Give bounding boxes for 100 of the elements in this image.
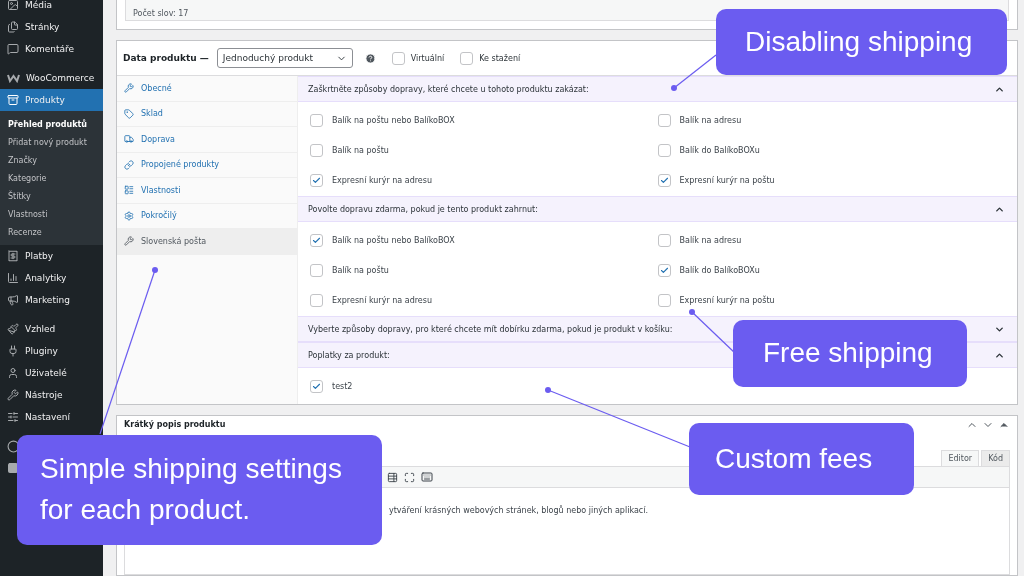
checkbox[interactable] <box>657 143 671 157</box>
menu-icon <box>7 21 19 33</box>
callout-tooltip: Free shipping <box>733 320 967 387</box>
checkmark-icon <box>312 175 321 185</box>
checkbox[interactable] <box>310 173 323 187</box>
product-data-tab[interactable]: Obecné <box>117 76 297 102</box>
checkmark-icon <box>659 175 669 185</box>
section-title: Zaškrtněte způsoby dopravy, které chcete u tohoto produktu zakázat: <box>308 84 589 94</box>
submenu-item[interactable]: Přehled produktů <box>0 115 103 133</box>
checkbox[interactable] <box>310 233 323 247</box>
option-label: Expresní kurýr na adresu <box>332 175 432 185</box>
callout-tooltip: Simple shipping settings for each product. <box>17 435 382 545</box>
sidebar-item[interactable]: Uživatelé <box>0 362 103 384</box>
sidebar-item[interactable]: Platby <box>0 245 103 267</box>
menu-icon <box>7 345 19 357</box>
menu-icon <box>7 272 19 284</box>
menu-icon <box>7 43 19 55</box>
sidebar-item[interactable]: Marketing <box>0 289 103 311</box>
keyboard-icon[interactable] <box>421 471 433 483</box>
wrench-icon <box>124 236 134 247</box>
menu-icon <box>7 250 19 262</box>
word-count: Počet slov: 17 <box>132 9 189 20</box>
submenu-item[interactable]: Štítky <box>0 187 103 205</box>
sidebar-item[interactable]: Stránky <box>0 16 103 38</box>
checkmark-icon <box>312 381 321 391</box>
menu-icon <box>7 411 19 423</box>
product-data-tab[interactable]: Slovenská pošta <box>117 229 297 255</box>
checkbox[interactable] <box>310 263 323 277</box>
section-header[interactable]: Zaškrtněte způsoby dopravy, které chcete u tohoto produktu zakázat: <box>298 76 1017 102</box>
menu-icon <box>7 389 19 401</box>
editor-tab[interactable]: Editor <box>941 450 980 466</box>
checkbox-label: Virtuální <box>410 53 445 63</box>
leader-line <box>671 54 717 91</box>
checkmark-icon <box>312 235 321 245</box>
checkbox[interactable] <box>657 173 671 187</box>
description-text: ytváření krásných webových stránek, blogů nebo jiných aplikací. <box>389 506 648 515</box>
product-data-tab[interactable]: Doprava <box>117 127 297 153</box>
link-icon <box>124 159 134 170</box>
callout-tooltip: Custom fees <box>689 423 914 495</box>
product-data-tab[interactable]: Sklad <box>117 101 297 127</box>
fullscreen-icon[interactable] <box>404 471 415 483</box>
callout-tooltip: Disabling shipping <box>716 9 1007 75</box>
sidebar-item[interactable]: Nastavení <box>0 406 103 428</box>
option-label: Expresní kurýr na poštu <box>679 175 775 185</box>
toolbar-toggle-icon[interactable] <box>387 471 398 483</box>
panel-title: Krátký popis produktu <box>124 420 226 429</box>
checkbox[interactable] <box>657 233 671 247</box>
sidebar-item[interactable]: WooCommerce <box>0 67 103 89</box>
checkbox[interactable] <box>310 293 323 307</box>
checkmark-icon <box>659 265 669 275</box>
menu-icon <box>7 94 19 106</box>
section-title: Vyberte způsoby dopravy, pro které chcete mít dobírku zdarma, pokud je produkt v košíku: <box>308 324 673 334</box>
sidebar-item[interactable]: Média <box>0 0 103 16</box>
submenu-item[interactable]: Kategorie <box>0 169 103 187</box>
list-icon <box>124 185 134 196</box>
option-label: Balík na adresu <box>679 115 742 125</box>
checkbox[interactable] <box>460 51 474 65</box>
section-header[interactable]: Povolte dopravu zdarma, pokud je tento produkt zahrnut: <box>298 196 1017 222</box>
submenu-item[interactable]: Přidat nový produkt <box>0 133 103 151</box>
menu-icon <box>7 367 19 379</box>
option-label: Balík na poštu nebo BalíkoBOX <box>332 235 455 245</box>
option-label: Balík na poštu <box>332 265 389 275</box>
sidebar-item[interactable]: Analytiky <box>0 267 103 289</box>
section-title: Povolte dopravu zdarma, pokud je tento produkt zahrnut: <box>308 204 538 214</box>
checkbox[interactable] <box>657 113 671 127</box>
product-type-select[interactable]: Jednoduchý produkt <box>216 48 353 68</box>
product-data-tab[interactable]: Propojené produkty <box>117 152 297 178</box>
menu-icon <box>7 323 19 335</box>
menu-icon <box>7 0 19 11</box>
truck-icon <box>124 134 134 145</box>
option-label: Balík do BalíkoBOXu <box>679 145 760 155</box>
checkbox-label: Ke stažení <box>479 53 521 63</box>
submenu-item[interactable]: Vlastnosti <box>0 205 103 223</box>
editor-tab[interactable]: Kód <box>981 450 1010 466</box>
sidebar-item[interactable]: Nástroje <box>0 384 103 406</box>
menu-icon <box>7 294 19 306</box>
checkbox[interactable] <box>310 113 323 127</box>
sidebar-item[interactable]: Pluginy <box>0 340 103 362</box>
checkbox[interactable] <box>657 293 671 307</box>
option-label: Balík na adresu <box>679 235 742 245</box>
tag-icon <box>124 108 134 119</box>
checkbox[interactable] <box>310 379 323 393</box>
section-title: Poplatky za produkt: <box>308 350 390 360</box>
square-icon[interactable] <box>7 462 19 474</box>
option-label: Balík do BalíkoBOXu <box>679 265 760 275</box>
sidebar-item[interactable]: Vzhled <box>0 318 103 340</box>
submenu-item[interactable]: Recenze <box>0 223 103 241</box>
help-icon[interactable] <box>364 52 376 64</box>
sidebar-item[interactable]: Produkty <box>0 89 103 111</box>
option-label: Expresní kurýr na adresu <box>332 295 432 305</box>
wrench-icon <box>124 83 134 94</box>
option-label: Balík na poštu nebo BalíkoBOX <box>332 115 455 125</box>
option-label: Expresní kurýr na poštu <box>679 295 775 305</box>
submenu-item[interactable]: Značky <box>0 151 103 169</box>
checkbox[interactable] <box>657 263 671 277</box>
sidebar-item[interactable]: Komentáře <box>0 38 103 60</box>
checkbox[interactable] <box>391 51 405 65</box>
gear-icon <box>124 210 134 221</box>
checkbox[interactable] <box>310 143 323 157</box>
product-data-tab[interactable]: Vlastnosti <box>117 178 297 204</box>
